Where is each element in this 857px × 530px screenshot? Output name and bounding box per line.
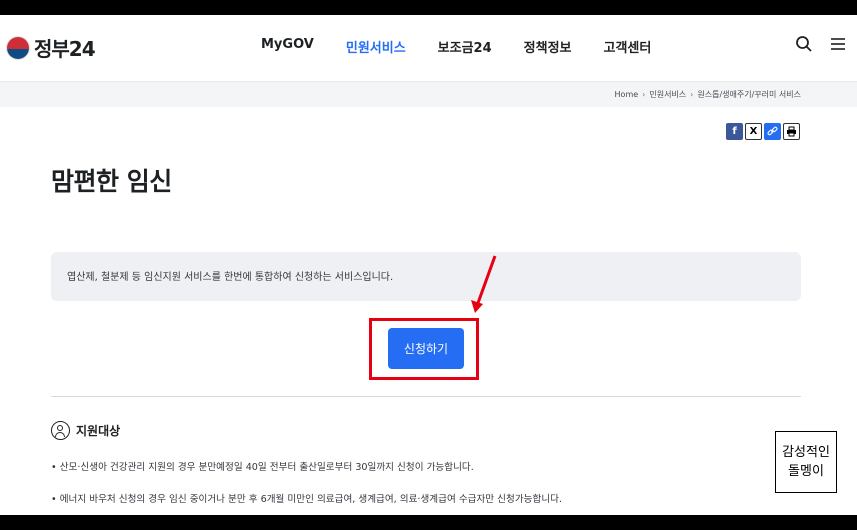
breadcrumb-bar: Home › 민원서비스 › 원스톱/생애주기/꾸러미 서비스	[0, 81, 857, 107]
facebook-icon[interactable]: f	[726, 123, 743, 140]
logo[interactable]: 정부24	[6, 33, 96, 62]
section-header: 지원대상	[51, 421, 120, 440]
link-icon[interactable]	[764, 123, 781, 140]
stamp-line-2: 돌멩이	[788, 464, 824, 479]
breadcrumb-current[interactable]: 원스톱/생애주기/꾸러미 서비스	[697, 89, 801, 100]
breadcrumb: Home › 민원서비스 › 원스톱/생애주기/꾸러미 서비스	[615, 89, 801, 100]
red-arrow-annotation	[471, 255, 497, 313]
chevron-right-icon: ›	[690, 90, 694, 99]
section-title: 지원대상	[76, 424, 121, 438]
nav-policy-info[interactable]: 정책정보	[508, 37, 588, 56]
nav-mygov[interactable]: MyGOV	[245, 37, 330, 56]
x-icon[interactable]: X	[745, 123, 762, 140]
logo-text: 정부24	[34, 37, 96, 61]
person-icon	[51, 421, 70, 440]
page: 정부24 MyGOV 민원서비스 보조금24 정책정보 고객센터 Home › …	[0, 15, 857, 515]
list-item: • 에너지 바우처 신청의 경우 임신 중이거나 분만 후 6개월 미만인 의료…	[51, 494, 563, 505]
service-description: 엽산제, 철분제 등 임신지원 서비스를 한번에 통합하여 신청하는 서비스입니…	[51, 252, 801, 301]
chevron-right-icon: ›	[642, 90, 646, 99]
apply-button[interactable]: 신청하기	[388, 328, 464, 369]
header: 정부24 MyGOV 민원서비스 보조금24 정책정보 고객센터	[0, 15, 857, 81]
stamp-line-1: 감성적인	[782, 445, 830, 460]
main-nav: MyGOV 민원서비스 보조금24 정책정보 고객센터	[245, 37, 667, 56]
share-buttons: f X	[726, 123, 800, 140]
print-icon[interactable]	[783, 123, 800, 140]
page-title: 맘편한 임신	[51, 167, 172, 196]
nav-civil-service[interactable]: 민원서비스	[330, 37, 422, 56]
breadcrumb-home[interactable]: Home	[615, 90, 639, 99]
nav-customer-center[interactable]: 고객센터	[588, 37, 668, 56]
menu-icon[interactable]	[829, 35, 847, 53]
nav-subsidy[interactable]: 보조금24	[422, 37, 508, 56]
taegeuk-logo-icon	[6, 35, 30, 60]
breadcrumb-civil-service[interactable]: 민원서비스	[649, 89, 686, 100]
watermark-stamp: 감성적인 돌멩이	[775, 431, 837, 493]
list-item: • 산모·신생아 건강관리 지원의 경우 분만예정일 40일 전부터 출산일로부…	[51, 462, 474, 473]
search-icon[interactable]	[795, 35, 813, 53]
header-icons	[795, 35, 847, 53]
divider	[51, 396, 801, 397]
